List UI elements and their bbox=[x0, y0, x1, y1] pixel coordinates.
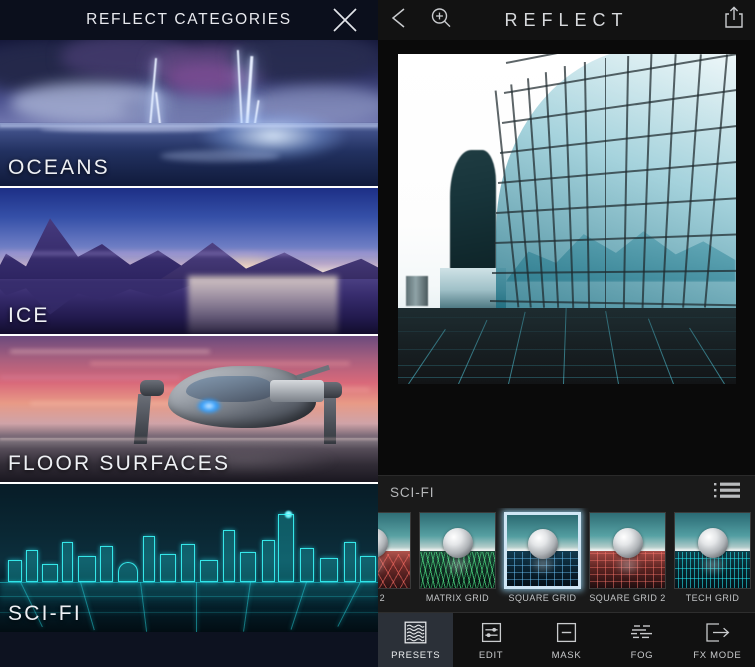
preset-thumb-label: SQUARE GRID 2 bbox=[589, 593, 666, 603]
app-title-text: REFLECT bbox=[504, 9, 629, 30]
waves-icon bbox=[404, 620, 427, 646]
fog-lines-icon bbox=[629, 620, 655, 646]
app-root: REFLECT CATEGORIES OCEANS ICE FLOOR SURF… bbox=[0, 0, 755, 667]
tab-label: FX MODE bbox=[693, 649, 742, 661]
tab-edit[interactable]: EDIT bbox=[453, 613, 528, 667]
preview-stage[interactable] bbox=[378, 40, 755, 475]
export-icon bbox=[704, 620, 731, 646]
share-button[interactable] bbox=[713, 0, 755, 40]
preset-thumb-image bbox=[674, 512, 751, 589]
tab-label: FOG bbox=[630, 649, 654, 661]
share-icon bbox=[722, 5, 746, 36]
preview-tower bbox=[449, 149, 496, 272]
preview-cylinder bbox=[405, 276, 428, 307]
preset-thumb-label: RID 2 bbox=[378, 593, 386, 603]
tab-presets[interactable]: PRESETS bbox=[378, 613, 454, 667]
category-label: OCEANS bbox=[8, 156, 110, 179]
category-label: FLOOR SURFACES bbox=[8, 452, 231, 475]
categories-header: REFLECT CATEGORIES bbox=[0, 0, 378, 40]
preset-thumb-hex-grid-2[interactable]: RID 2 bbox=[378, 508, 411, 603]
category-card-floor-surfaces[interactable]: FLOOR SURFACES bbox=[0, 336, 378, 484]
category-card-ice[interactable]: ICE bbox=[0, 188, 378, 336]
preset-thumb-image bbox=[378, 512, 411, 589]
category-list: OCEANS ICE FLOOR SURFACES SCI-FI bbox=[0, 40, 378, 667]
preset-thumb-image bbox=[589, 512, 666, 589]
category-card-sci-fi[interactable]: SCI-FI bbox=[0, 484, 378, 632]
preview-reflection-overlay bbox=[397, 308, 736, 384]
preset-thumb-matrix-grid[interactable]: MATRIX GRID bbox=[419, 508, 496, 603]
editor-panel: REFLECT SCI-FI 2 MATRIX GRID SQUARE GRID… bbox=[378, 0, 755, 667]
tab-label: MASK bbox=[551, 649, 582, 661]
preset-category-bar: SCI-FI bbox=[378, 476, 755, 508]
chevron-left-icon bbox=[389, 6, 409, 35]
category-label: ICE bbox=[8, 304, 50, 327]
back-button[interactable] bbox=[378, 0, 420, 40]
close-icon[interactable] bbox=[328, 3, 362, 37]
list-view-button[interactable] bbox=[711, 480, 741, 504]
magnifier-plus-icon bbox=[429, 6, 453, 35]
category-artwork bbox=[0, 188, 378, 334]
page-title: REFLECT CATEGORIES bbox=[86, 11, 292, 28]
preset-category-label: SCI-FI bbox=[390, 484, 435, 500]
bulleted-list-icon bbox=[713, 480, 741, 505]
preset-thumb-label: TECH GRID bbox=[685, 593, 740, 603]
preset-browser: SCI-FI 2 MATRIX GRID SQUARE GRID SQUARE … bbox=[378, 475, 755, 612]
tab-fog[interactable]: FOG bbox=[604, 613, 679, 667]
tab-fx-mode[interactable]: FX MODE bbox=[680, 613, 755, 667]
zoom-button[interactable] bbox=[420, 0, 462, 40]
categories-panel: REFLECT CATEGORIES OCEANS ICE FLOOR SURF… bbox=[0, 0, 378, 667]
editor-tab-bar: PRESETS EDIT MASK FOG FX MODE bbox=[378, 612, 755, 667]
tab-label: PRESETS bbox=[391, 649, 441, 661]
preset-thumb-image bbox=[419, 512, 496, 589]
preset-thumb-square-grid[interactable]: SQUARE GRID bbox=[504, 508, 581, 603]
tab-mask[interactable]: MASK bbox=[529, 613, 604, 667]
preset-thumb-image bbox=[504, 512, 581, 589]
preset-thumb-tech-grid[interactable]: TECH GRID bbox=[674, 508, 751, 603]
preview-image[interactable] bbox=[397, 54, 736, 384]
mask-icon bbox=[555, 620, 578, 646]
preset-thumb-square-grid-2[interactable]: SQUARE GRID 2 bbox=[589, 508, 666, 603]
preset-thumbnail-strip[interactable]: RID 2 MATRIX GRID bbox=[378, 508, 755, 612]
tab-label: EDIT bbox=[478, 649, 504, 661]
preset-thumb-label: SQUARE GRID bbox=[508, 593, 577, 603]
preset-thumb-label: MATRIX GRID bbox=[425, 593, 490, 603]
category-label: SCI-FI bbox=[8, 602, 82, 625]
editor-navbar: REFLECT bbox=[378, 0, 755, 40]
category-card-oceans[interactable]: OCEANS bbox=[0, 40, 378, 188]
sliders-icon bbox=[480, 620, 503, 646]
